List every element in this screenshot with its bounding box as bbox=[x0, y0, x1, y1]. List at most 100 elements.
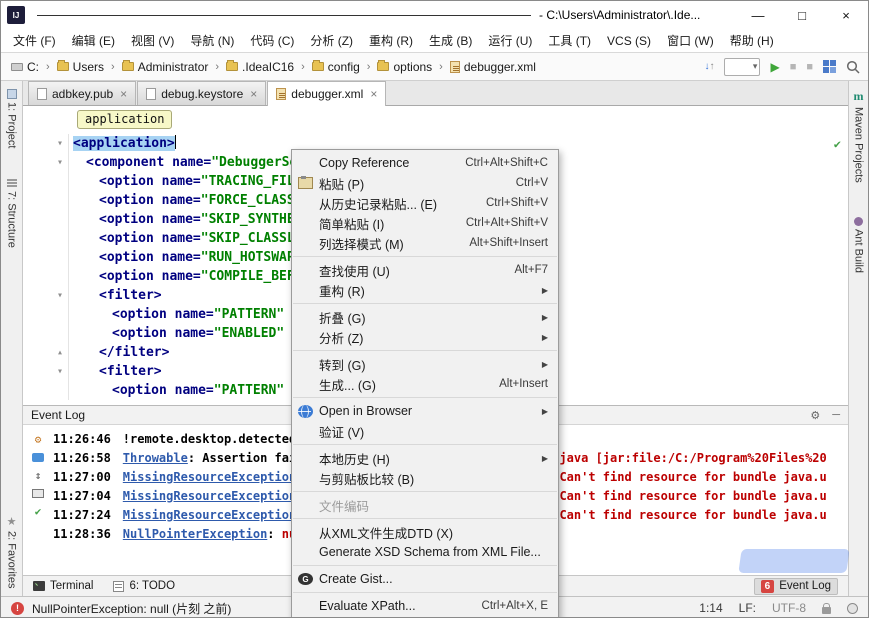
code-text[interactable]: <option name="ENABLED" valu bbox=[69, 324, 323, 343]
context-menu-item[interactable]: Copy ReferenceCtrl+Alt+Shift+C bbox=[292, 153, 558, 173]
context-menu-item[interactable]: Create Gist... bbox=[292, 569, 558, 589]
breadcrumb-item[interactable]: options bbox=[375, 59, 434, 75]
menubar-item[interactable]: VCS (S) bbox=[599, 31, 659, 51]
table-view-icon[interactable] bbox=[823, 60, 836, 73]
monitor-icon[interactable] bbox=[32, 489, 44, 498]
menubar-item[interactable]: 编辑 (E) bbox=[64, 29, 123, 52]
context-menu-item[interactable]: 生成... (G)Alt+Insert bbox=[292, 374, 558, 394]
code-text[interactable]: </filter> bbox=[69, 343, 169, 362]
context-menu-item[interactable]: 从历史记录粘贴... (E)Ctrl+Shift+V bbox=[292, 193, 558, 213]
tab-close-icon[interactable]: × bbox=[250, 87, 257, 101]
exception-link[interactable]: MissingResourceException bbox=[123, 508, 296, 522]
context-menu-item[interactable]: 与剪贴板比较 (B) bbox=[292, 468, 558, 488]
fold-marker[interactable]: ▾ bbox=[23, 153, 69, 172]
tool-button-terminal[interactable]: Terminal bbox=[33, 580, 93, 592]
breadcrumb-item[interactable]: config bbox=[310, 59, 362, 75]
code-text[interactable]: <filter> bbox=[69, 286, 162, 305]
context-menu-item[interactable]: Generate XSD Schema from XML File... bbox=[292, 542, 558, 562]
line-separator-indicator[interactable]: LF: bbox=[739, 601, 756, 615]
context-menu-item[interactable]: 转到 (G)▶ bbox=[292, 354, 558, 374]
fold-marker[interactable]: ▴ bbox=[23, 343, 69, 362]
context-menu-item[interactable]: 列选择模式 (M)Alt+Shift+Insert bbox=[292, 233, 558, 253]
code-text[interactable]: <component name="DebuggerSetti bbox=[69, 153, 321, 172]
settings-icon[interactable]: ⚙ bbox=[35, 434, 42, 445]
editor-tab[interactable]: debugger.xml× bbox=[267, 81, 386, 106]
exception-link[interactable]: NullPointerException bbox=[123, 527, 268, 541]
breadcrumb-item[interactable]: .IdeaIC16 bbox=[224, 59, 296, 75]
menubar-item[interactable]: 分析 (Z) bbox=[302, 29, 361, 52]
exception-link[interactable]: MissingResourceException bbox=[123, 470, 296, 484]
scroll-icon[interactable]: ↕ bbox=[35, 470, 42, 481]
editor-tab[interactable]: adbkey.pub× bbox=[28, 81, 136, 105]
context-menu-item[interactable]: 重构 (R)▶ bbox=[292, 280, 558, 300]
context-menu-item[interactable]: Evaluate XPath...Ctrl+Alt+X, E bbox=[292, 596, 558, 616]
exception-link[interactable]: Throwable bbox=[123, 451, 188, 465]
context-menu-item[interactable]: 简单粘贴 (I)Ctrl+Alt+Shift+V bbox=[292, 213, 558, 233]
menubar-item[interactable]: 帮助 (H) bbox=[722, 29, 782, 52]
caret-position[interactable]: 1:14 bbox=[699, 601, 722, 615]
context-menu-item[interactable]: 折叠 (G)▶ bbox=[292, 307, 558, 327]
inspection-ok-icon[interactable]: ✔ bbox=[834, 138, 841, 150]
code-text[interactable]: <option name="SKIP_SYNTHETIC bbox=[69, 210, 318, 229]
menubar-item[interactable]: 重构 (R) bbox=[361, 29, 421, 52]
menubar-item[interactable]: 导航 (N) bbox=[182, 29, 242, 52]
coverage-button[interactable]: ■ bbox=[806, 61, 813, 73]
breadcrumb-item[interactable]: Users bbox=[55, 59, 106, 75]
exception-link[interactable]: MissingResourceException bbox=[123, 489, 296, 503]
code-text[interactable]: <option name="TRACING_FILTER bbox=[69, 172, 318, 191]
context-menu-item[interactable]: Open in Browser▶ bbox=[292, 401, 558, 421]
error-balloon-icon[interactable]: ! bbox=[11, 602, 24, 615]
breadcrumb-item[interactable]: Administrator bbox=[120, 59, 211, 75]
context-menu-item[interactable]: 粘贴 (P)Ctrl+V bbox=[292, 173, 558, 193]
menubar-item[interactable]: 工具 (T) bbox=[540, 29, 599, 52]
maximize-button[interactable]: □ bbox=[780, 1, 824, 29]
breadcrumb-item[interactable]: debugger.xml bbox=[448, 59, 538, 75]
tool-button-project[interactable]: 1: Project bbox=[6, 89, 18, 148]
code-text[interactable]: <option name="RUN_HOTSWAP_AF bbox=[69, 248, 318, 267]
menubar-item[interactable]: 生成 (B) bbox=[421, 29, 480, 52]
breadcrumb-item[interactable]: C: bbox=[9, 59, 41, 75]
run-button[interactable]: ▶ bbox=[770, 60, 779, 74]
code-text[interactable]: <option name="PATTERN" valu bbox=[69, 381, 323, 400]
code-text[interactable]: <option name="PATTERN" valu bbox=[69, 305, 323, 324]
context-menu-item[interactable]: 本地历史 (H)▶ bbox=[292, 448, 558, 468]
menubar-item[interactable]: 窗口 (W) bbox=[659, 29, 722, 52]
encoding-indicator[interactable]: UTF-8 bbox=[772, 601, 806, 615]
code-text[interactable]: <filter> bbox=[69, 362, 162, 381]
context-menu-item[interactable]: 验证 (V) bbox=[292, 421, 558, 441]
context-menu-item[interactable]: 查找使用 (U)Alt+F7 bbox=[292, 260, 558, 280]
lock-icon[interactable] bbox=[822, 607, 831, 614]
hide-panel-icon[interactable]: ─ bbox=[832, 409, 840, 421]
code-text[interactable]: <option name="SKIP_CLASSLOAD bbox=[69, 229, 318, 248]
tool-button-todo[interactable]: 6: TODO bbox=[113, 580, 175, 592]
notification-icon[interactable] bbox=[32, 453, 44, 462]
tool-button-ant[interactable]: Ant Build bbox=[853, 217, 865, 273]
tool-button-maven[interactable]: m Maven Projects bbox=[853, 89, 865, 183]
code-text[interactable]: <application> bbox=[69, 134, 176, 153]
gear-icon[interactable]: ⚙ bbox=[810, 409, 820, 422]
fold-marker[interactable]: ▾ bbox=[23, 286, 69, 305]
tool-button-event-log[interactable]: 6 Event Log bbox=[754, 578, 838, 595]
status-message[interactable]: NullPointerException: null (片刻 之前) bbox=[32, 600, 231, 617]
close-button[interactable]: × bbox=[824, 1, 868, 29]
fold-marker[interactable]: ▾ bbox=[23, 362, 69, 381]
sort-icon[interactable]: ↓↑ bbox=[704, 62, 714, 72]
menubar-item[interactable]: 文件 (F) bbox=[5, 29, 64, 52]
mark-read-icon[interactable]: ✔ bbox=[35, 506, 42, 517]
minimize-button[interactable]: — bbox=[736, 1, 780, 29]
search-icon[interactable] bbox=[846, 60, 860, 74]
run-configuration-combo[interactable]: ▾ bbox=[724, 58, 760, 76]
fold-marker[interactable]: ▾ bbox=[23, 134, 69, 153]
editor-tab[interactable]: debug.keystore× bbox=[137, 81, 266, 105]
menubar-item[interactable]: 运行 (U) bbox=[480, 29, 540, 52]
context-menu-item[interactable]: 分析 (Z)▶ bbox=[292, 327, 558, 347]
tool-button-favorites[interactable]: ★ 2: Favorites bbox=[6, 517, 18, 588]
debug-button[interactable]: ■ bbox=[790, 61, 797, 73]
code-text[interactable]: <option name="FORCE_CLASSIC_ bbox=[69, 191, 318, 210]
tab-close-icon[interactable]: × bbox=[120, 87, 127, 101]
context-menu-item[interactable]: 从XML文件生成DTD (X) bbox=[292, 522, 558, 542]
tab-close-icon[interactable]: × bbox=[370, 87, 377, 101]
tool-button-structure[interactable]: 7: Structure bbox=[6, 178, 18, 248]
menubar-item[interactable]: 代码 (C) bbox=[242, 29, 302, 52]
code-text[interactable]: <option name="COMPILE_BEFORE bbox=[69, 267, 318, 286]
